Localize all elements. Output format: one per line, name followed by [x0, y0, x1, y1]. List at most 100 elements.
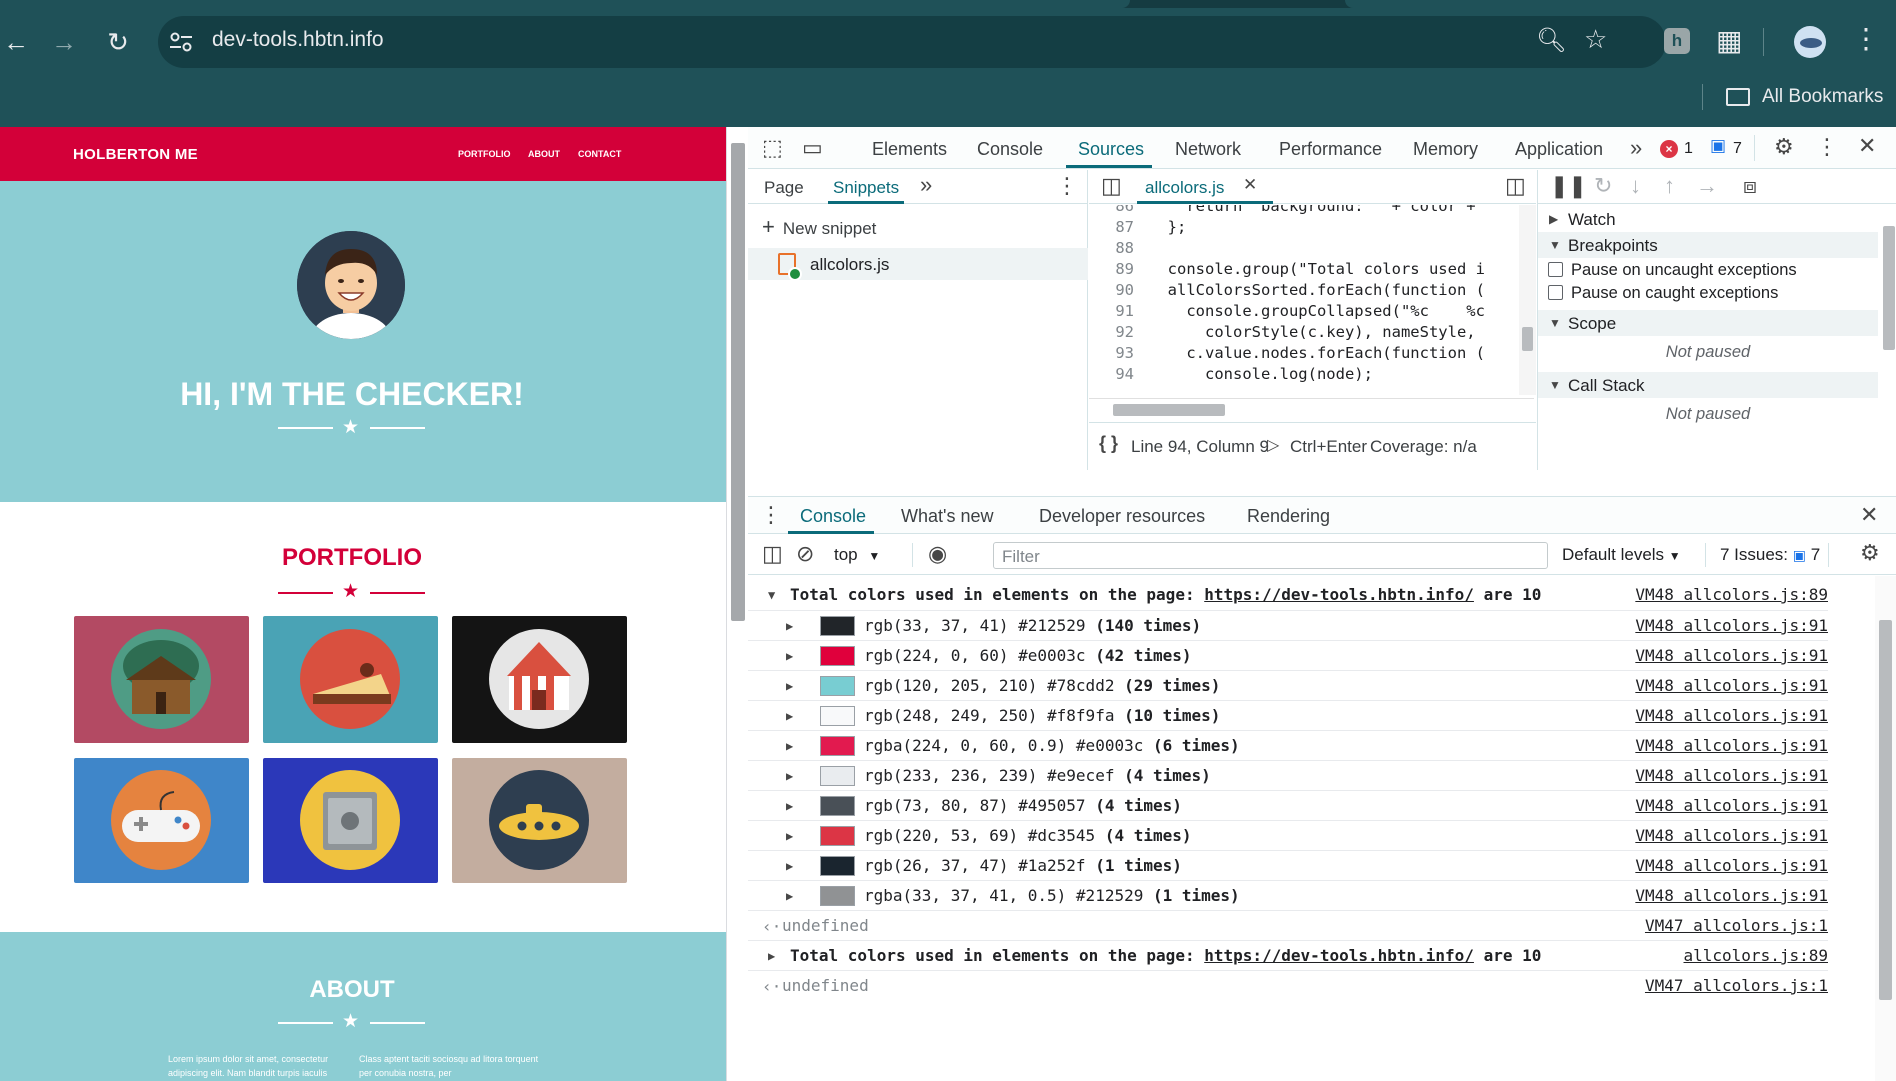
- color-row[interactable]: ▶ rgb(33, 37, 41) #212529 (140 times) VM…: [748, 611, 1828, 641]
- source-link[interactable]: VM48 allcolors.js:91: [1635, 766, 1828, 785]
- color-row[interactable]: ▶ rgb(26, 37, 47) #1a252f (1 times) VM48…: [748, 851, 1828, 881]
- portfolio-tile-safe[interactable]: [263, 758, 438, 883]
- portfolio-tile-gamepad[interactable]: [74, 758, 249, 883]
- color-row[interactable]: ▶ rgb(233, 236, 239) #e9ecef (4 times) V…: [748, 761, 1828, 791]
- color-row[interactable]: ▶ rgb(73, 80, 87) #495057 (4 times) VM48…: [748, 791, 1828, 821]
- context-selector[interactable]: top ▼: [834, 545, 880, 565]
- editor-vscroll[interactable]: [1519, 205, 1536, 395]
- subtab-snippets[interactable]: Snippets: [833, 178, 899, 198]
- drawer-tab-developer-resources[interactable]: Developer resources: [1039, 506, 1205, 527]
- nav-link-contact[interactable]: CONTACT: [578, 149, 621, 159]
- tab-elements[interactable]: Elements: [872, 139, 947, 160]
- console-group-header[interactable]: ▶ Total colors used in elements on the p…: [748, 941, 1828, 971]
- drawer-tab-rendering[interactable]: Rendering: [1247, 506, 1330, 527]
- run-snippet-icon[interactable]: ▷: [1267, 435, 1279, 455]
- pause-uncaught-checkbox[interactable]: Pause on uncaught exceptions: [1548, 261, 1797, 280]
- color-row[interactable]: ▶ rgb(120, 205, 210) #78cdd2 (29 times) …: [748, 671, 1828, 701]
- source-link[interactable]: VM48 allcolors.js:91: [1635, 856, 1828, 875]
- new-snippet-button[interactable]: + New snippet: [762, 214, 876, 240]
- tab-application[interactable]: Application: [1515, 139, 1603, 160]
- source-link[interactable]: VM48 allcolors.js:91: [1635, 616, 1828, 635]
- scope-section[interactable]: ▼ Scope: [1538, 310, 1878, 336]
- nav-link-portfolio[interactable]: PORTFOLIO: [458, 149, 511, 159]
- color-row[interactable]: ▶ rgba(33, 37, 41, 0.5) #212529 (1 times…: [748, 881, 1828, 911]
- page-url-link[interactable]: https://dev-tools.hbtn.info/: [1204, 946, 1474, 965]
- source-link[interactable]: VM48 allcolors.js:91: [1635, 886, 1828, 905]
- page-scrollbar[interactable]: [726, 127, 748, 1081]
- page-url-link[interactable]: https://dev-tools.hbtn.info/: [1204, 585, 1474, 604]
- tab-sources[interactable]: Sources: [1078, 139, 1144, 160]
- step-into-icon[interactable]: ↓: [1630, 173, 1641, 199]
- pause-caught-checkbox[interactable]: Pause on caught exceptions: [1548, 284, 1778, 303]
- show-sidebar-icon[interactable]: ◫: [762, 541, 783, 567]
- watch-section[interactable]: ▶ Watch: [1538, 206, 1878, 232]
- expand-arrow-icon[interactable]: ▶: [786, 679, 793, 693]
- more-vert-icon[interactable]: ⋮: [1852, 22, 1880, 55]
- expand-arrow-icon[interactable]: ▶: [786, 799, 793, 813]
- device-toolbar-icon[interactable]: ▭: [802, 135, 823, 161]
- deactivate-breakpoints-icon[interactable]: ⧈: [1743, 173, 1757, 199]
- tab-network[interactable]: Network: [1175, 139, 1241, 160]
- step-out-icon[interactable]: ↑: [1664, 173, 1675, 199]
- all-bookmarks-button[interactable]: All Bookmarks: [1762, 86, 1883, 108]
- log-levels-dropdown[interactable]: Default levels ▼: [1562, 545, 1681, 565]
- source-link[interactable]: VM48 allcolors.js:91: [1635, 826, 1828, 845]
- source-link[interactable]: VM48 allcolors.js:89: [1635, 585, 1828, 604]
- portfolio-tile-submarine[interactable]: [452, 758, 627, 883]
- expand-arrow-icon[interactable]: ▶: [786, 619, 793, 633]
- color-row[interactable]: ▶ rgb(248, 249, 250) #f8f9fa (10 times) …: [748, 701, 1828, 731]
- step-over-icon[interactable]: ↻: [1594, 173, 1612, 199]
- star-icon[interactable]: ☆: [1584, 24, 1607, 55]
- url-text[interactable]: dev-tools.hbtn.info: [212, 28, 384, 52]
- drawer-tab-console[interactable]: Console: [800, 506, 866, 527]
- portfolio-tile-cake[interactable]: [263, 616, 438, 743]
- pause-icon[interactable]: ❚❚: [1550, 173, 1587, 199]
- tune-icon[interactable]: [168, 30, 194, 54]
- clear-console-icon[interactable]: ⊘: [796, 541, 814, 567]
- color-row[interactable]: ▶ rgb(224, 0, 60) #e0003c (42 times) VM4…: [748, 641, 1828, 671]
- back-icon[interactable]: ←: [0, 26, 32, 58]
- error-count[interactable]: 1: [1684, 140, 1693, 158]
- zoom-icon[interactable]: 🔍︎: [1536, 26, 1566, 55]
- message-count[interactable]: 7: [1733, 140, 1742, 158]
- source-link[interactable]: VM48 allcolors.js:91: [1635, 796, 1828, 815]
- expand-arrow-icon[interactable]: ▶: [786, 709, 793, 723]
- expand-arrow-icon[interactable]: ▶: [786, 859, 793, 873]
- error-icon[interactable]: ×: [1660, 140, 1678, 158]
- toggle-navigator-icon[interactable]: ◫: [1101, 173, 1122, 199]
- color-row[interactable]: ▶ rgba(224, 0, 60, 0.9) #e0003c (6 times…: [748, 731, 1828, 761]
- portfolio-tile-cabin[interactable]: [74, 616, 249, 743]
- run-shortcut[interactable]: Ctrl+Enter: [1290, 437, 1367, 457]
- tab-performance[interactable]: Performance: [1279, 139, 1382, 160]
- message-icon[interactable]: ▣: [1710, 136, 1726, 156]
- console-group-header[interactable]: ▼ Total colors used in elements on the p…: [748, 580, 1828, 611]
- subtab-page[interactable]: Page: [764, 178, 804, 198]
- snippet-item[interactable]: allcolors.js: [748, 248, 1088, 281]
- profile-avatar[interactable]: [1794, 26, 1826, 58]
- more-vert-icon[interactable]: ⋮: [1056, 173, 1078, 199]
- debugger-scrollbar[interactable]: [1879, 204, 1896, 470]
- nav-link-about[interactable]: ABOUT: [528, 149, 560, 159]
- close-devtools-icon[interactable]: ✕: [1858, 133, 1876, 159]
- source-link[interactable]: allcolors.js:89: [1684, 946, 1829, 965]
- console-scrollbar[interactable]: [1875, 576, 1896, 1081]
- inspect-element-icon[interactable]: ⬚: [762, 135, 783, 161]
- color-row[interactable]: ▶ rgb(220, 53, 69) #dc3545 (4 times) VM4…: [748, 821, 1828, 851]
- extensions-icon[interactable]: ▦: [1716, 24, 1742, 57]
- settings-gear-icon[interactable]: ⚙: [1774, 134, 1794, 160]
- reload-icon[interactable]: ↻: [102, 26, 134, 58]
- expand-arrow-icon[interactable]: ▶: [786, 649, 793, 663]
- site-brand[interactable]: HOLBERTON ME: [73, 146, 198, 163]
- source-link[interactable]: VM47 allcolors.js:1: [1645, 916, 1828, 935]
- code-area[interactable]: 86 return 'background: ' + color + 87 };…: [1089, 205, 1536, 395]
- source-link[interactable]: VM48 allcolors.js:91: [1635, 676, 1828, 695]
- close-drawer-icon[interactable]: ✕: [1860, 502, 1878, 528]
- filter-input[interactable]: Filter: [993, 542, 1548, 569]
- live-expression-eye-icon[interactable]: ◉: [928, 541, 947, 567]
- more-tabs-icon[interactable]: »: [1630, 135, 1642, 161]
- breakpoints-section[interactable]: ▼ Breakpoints: [1538, 232, 1878, 258]
- source-link[interactable]: VM48 allcolors.js:91: [1635, 706, 1828, 725]
- expand-arrow-icon[interactable]: ▶: [786, 829, 793, 843]
- source-link[interactable]: VM48 allcolors.js:91: [1635, 646, 1828, 665]
- forward-icon[interactable]: →: [48, 26, 80, 58]
